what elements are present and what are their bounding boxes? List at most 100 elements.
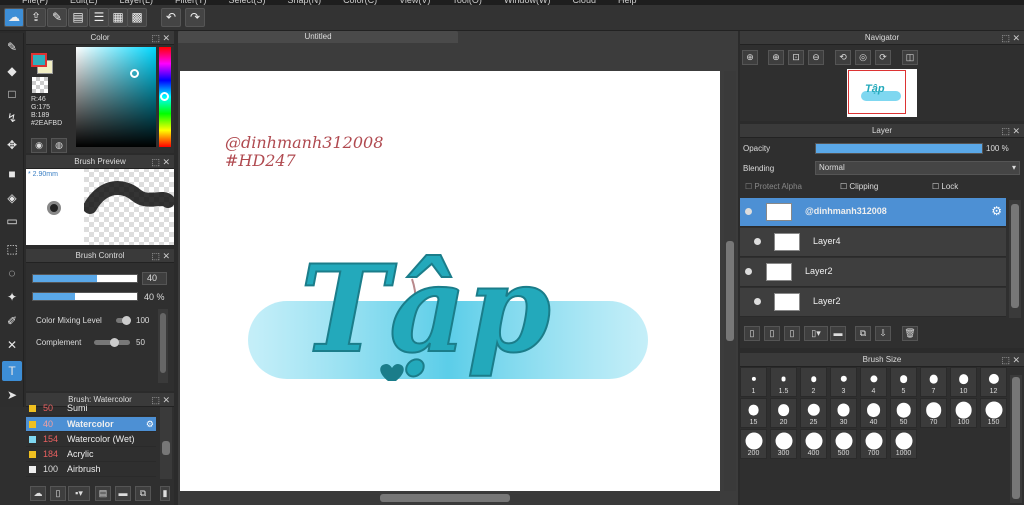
panel-close-icon[interactable]: ⬚ ✕ — [151, 31, 170, 45]
note-icon[interactable]: ☰ — [89, 8, 109, 27]
canvas-vertical-thumb[interactable] — [726, 241, 734, 341]
brush-item-watercolor-wet[interactable]: 154 Watercolor (Wet) — [26, 432, 156, 447]
panel-close-icon[interactable]: ⬚ ✕ — [151, 249, 170, 263]
merge-layer-icon[interactable]: ⇩ — [875, 326, 891, 341]
brush-size-cell[interactable]: 50 — [890, 398, 917, 428]
transparent-swatch[interactable] — [32, 77, 48, 93]
cloud-icon[interactable]: ☁ — [4, 8, 24, 27]
color-set-icon[interactable]: ◍ — [51, 138, 67, 153]
new-layer-3-icon[interactable]: ▯ — [784, 326, 800, 341]
eye-icon[interactable] — [754, 298, 761, 305]
brush-props-icon[interactable]: ▤ — [95, 486, 111, 501]
navigator-thumbnail[interactable]: Tập — [847, 69, 917, 117]
complement-knob[interactable] — [110, 338, 119, 347]
gradient-tool-icon[interactable]: ▭ — [2, 211, 22, 231]
layer-row[interactable]: Layer2 — [740, 258, 1006, 287]
layer-opacity-slider[interactable] — [815, 143, 983, 154]
lock-checkbox[interactable]: ☐ Lock — [932, 182, 958, 191]
undo-icon[interactable]: ↶ — [161, 8, 181, 27]
drawing-canvas[interactable]: @dinhmanh312008 #HD247 Tập — [180, 71, 720, 491]
rotate-reset-icon[interactable]: ◎ — [855, 50, 871, 65]
brush-list-scroll-thumb[interactable] — [162, 441, 170, 455]
duplicate-layer-icon[interactable]: ⧉ — [855, 326, 871, 341]
brush-duplicate-icon[interactable]: ⧉ — [135, 486, 151, 501]
brush-size-cell[interactable]: 12 — [980, 367, 1007, 397]
brush-size-cell[interactable]: 2 — [800, 367, 827, 397]
layer-list-scroll-thumb[interactable] — [1011, 204, 1019, 308]
lasso-fill-icon[interactable]: ↯ — [2, 108, 22, 128]
hue-slider[interactable] — [159, 47, 171, 147]
move-tool-icon[interactable]: ✥ — [2, 135, 22, 155]
panel-close-icon[interactable]: ⬚ ✕ — [1001, 124, 1020, 138]
fill-rect-icon[interactable]: ■ — [2, 164, 22, 184]
eye-icon[interactable] — [754, 238, 761, 245]
fit-icon[interactable]: ⊡ — [788, 50, 804, 65]
complement-slider[interactable] — [94, 338, 130, 347]
eye-icon[interactable] — [745, 268, 752, 275]
zoom-in-icon[interactable]: ⊕ — [742, 50, 758, 65]
rotate-right-icon[interactable]: ⟳ — [875, 50, 891, 65]
color-mixing-slider[interactable] — [116, 316, 131, 325]
hue-cursor[interactable] — [160, 92, 169, 101]
brush-size-cell[interactable]: 30 — [830, 398, 857, 428]
brush-size-cell[interactable]: 10 — [950, 367, 977, 397]
brush-size-input[interactable]: 40 — [142, 272, 167, 285]
brush-size-cell[interactable]: 7 — [920, 367, 947, 397]
brush-size-cell[interactable]: 3 — [830, 367, 857, 397]
magic-wand-icon[interactable]: ✦ — [2, 287, 22, 307]
color-mixing-knob[interactable] — [122, 316, 131, 325]
brush-size-slider[interactable] — [32, 274, 138, 283]
brush-item-airbrush[interactable]: 100 Airbrush — [26, 462, 156, 477]
select-rect-icon[interactable]: ⬚ — [2, 239, 22, 259]
brush-size-scroll-thumb[interactable] — [1012, 377, 1020, 499]
brush-size-cell[interactable]: 1000 — [890, 429, 917, 459]
main-color-swatch[interactable] — [31, 53, 47, 67]
add-layer-dropdown-icon[interactable]: ▯▾ — [804, 326, 828, 341]
select-eraser-icon[interactable]: ✕ — [2, 335, 22, 355]
brush-size-cell[interactable]: 15 — [740, 398, 767, 428]
clipping-checkbox[interactable]: ☐ Clipping — [840, 182, 878, 191]
bucket-tool-icon[interactable]: ◈ — [2, 188, 22, 208]
picker-cursor[interactable] — [130, 69, 139, 78]
brush-size-cell[interactable]: 4 — [860, 367, 887, 397]
panel-close-icon[interactable]: ⬚ ✕ — [1001, 31, 1020, 45]
brush-tool-icon[interactable]: ✎ — [2, 37, 22, 57]
canvas-horizontal-thumb[interactable] — [380, 494, 510, 502]
new-layer-2-icon[interactable]: ▯ — [764, 326, 780, 341]
brush-size-cell[interactable]: 300 — [770, 429, 797, 459]
brush-opacity-slider[interactable] — [32, 292, 138, 301]
brush-size-cell[interactable]: 5 — [890, 367, 917, 397]
canvas-horizontal-scrollbar[interactable] — [180, 491, 720, 505]
zoom-plus-icon[interactable]: ⊕ — [768, 50, 784, 65]
export-icon[interactable]: ⇪ — [26, 8, 46, 27]
panel-close-icon[interactable]: ⬚ ✕ — [151, 155, 170, 169]
select-lasso-icon[interactable]: ◌ — [2, 263, 22, 283]
layer-row[interactable]: Layer4 — [740, 228, 1006, 257]
brush-item-acrylic[interactable]: 184 Acrylic — [26, 447, 156, 462]
brush-new-icon[interactable]: ▯ — [50, 486, 66, 501]
brush-size-cell[interactable]: 40 — [860, 398, 887, 428]
brush-size-cell[interactable]: 150 — [980, 398, 1007, 428]
brush-cloud-icon[interactable]: ☁ — [30, 486, 46, 501]
layer-blending-select[interactable]: Normal ▾ — [815, 161, 1020, 175]
comment-icon[interactable]: ✎ — [47, 8, 67, 27]
brush-list-scrollbar[interactable] — [160, 407, 172, 479]
brush-size-scrollbar[interactable] — [1010, 375, 1022, 503]
text-tool-icon[interactable]: T — [2, 361, 22, 381]
flip-icon[interactable]: ◫ — [902, 50, 918, 65]
grid-icon[interactable]: ▩ — [127, 8, 147, 27]
protect-alpha-checkbox[interactable]: ☐ Protect Alpha — [745, 182, 802, 191]
select-pen-icon[interactable]: ✐ — [2, 311, 22, 331]
zoom-out-icon[interactable]: ⊖ — [808, 50, 824, 65]
brush-size-cell[interactable]: 200 — [740, 429, 767, 459]
brush-size-cell[interactable]: 500 — [830, 429, 857, 459]
brush-size-cell[interactable]: 100 — [950, 398, 977, 428]
rect-tool-icon[interactable]: □ — [2, 84, 22, 104]
redo-icon[interactable]: ↷ — [185, 8, 205, 27]
brush-item-sumi[interactable]: 50 Sumi — [26, 401, 156, 416]
panel-close-icon[interactable]: ⬚ ✕ — [1001, 353, 1020, 367]
rotate-left-icon[interactable]: ⟲ — [835, 50, 851, 65]
brush-size-cell[interactable]: 400 — [800, 429, 827, 459]
layer-row[interactable]: Layer2 — [740, 288, 1006, 317]
brush-size-cell[interactable]: 1.5 — [770, 367, 797, 397]
